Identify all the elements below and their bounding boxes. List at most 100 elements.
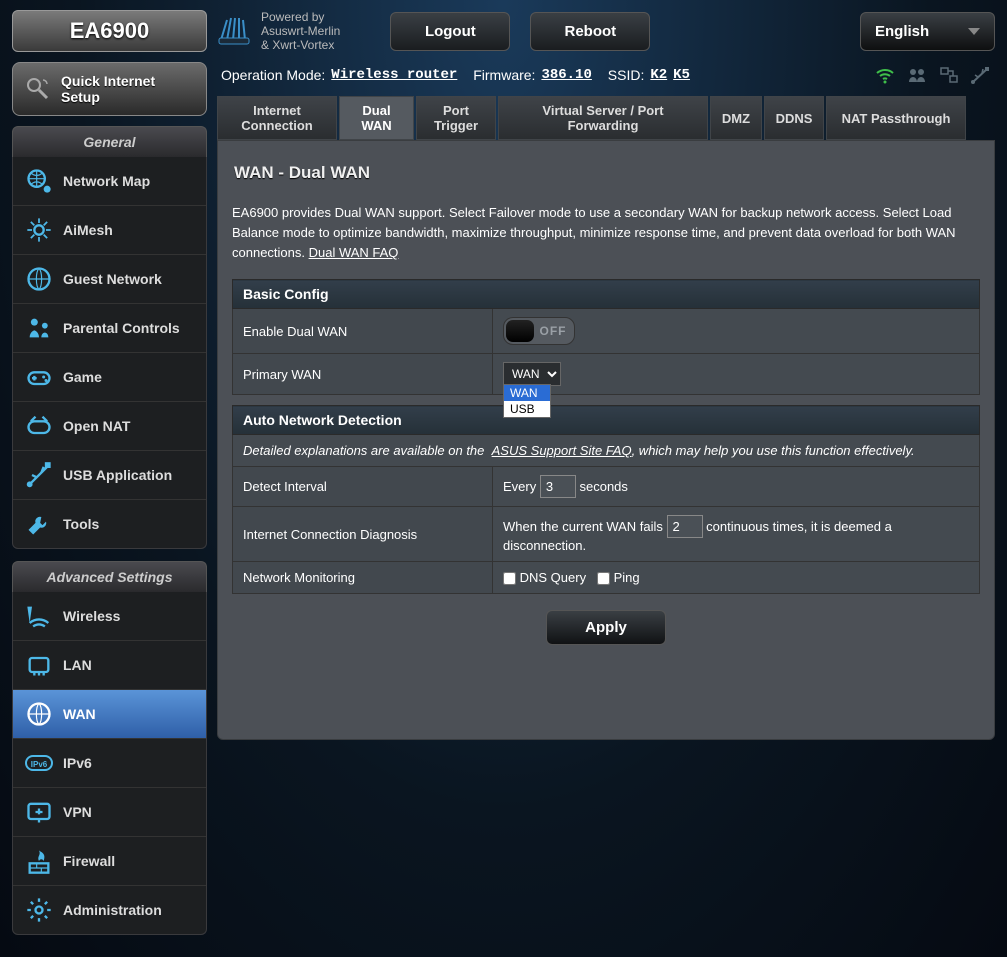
- sidebar-item-usb-application[interactable]: USB Application: [13, 451, 206, 500]
- detect-interval-input[interactable]: [540, 475, 576, 498]
- toggle-knob: [506, 320, 534, 342]
- enable-dual-wan-label: Enable Dual WAN: [233, 309, 493, 354]
- sidebar-item-label: IPv6: [63, 755, 92, 771]
- firewall-icon: [25, 849, 53, 873]
- open-nat-icon: [25, 414, 53, 438]
- sidebar-item-label: WAN: [63, 706, 96, 722]
- asus-support-faq-link[interactable]: ASUS Support Site FAQ: [492, 443, 632, 458]
- toggle-state: OFF: [534, 324, 572, 338]
- status-bar: Operation Mode: Wireless router Firmware…: [221, 66, 995, 84]
- tab-nat-passthrough[interactable]: NAT Passthrough: [826, 96, 966, 140]
- tab-ddns[interactable]: DDNS: [764, 96, 824, 140]
- sidebar-item-firewall[interactable]: Firewall: [13, 837, 206, 886]
- sidebar-item-label: USB Application: [63, 467, 172, 483]
- tab-virtual-server[interactable]: Virtual Server / Port Forwarding: [498, 96, 708, 140]
- basic-config-header: Basic Config: [233, 280, 980, 309]
- tab-dual-wan[interactable]: Dual WAN: [339, 96, 414, 140]
- clients-status-icon[interactable]: [907, 66, 927, 84]
- page-description: EA6900 provides Dual WAN support. Select…: [232, 203, 980, 263]
- guest-network-icon: [25, 267, 53, 291]
- language-dropdown[interactable]: English: [860, 12, 995, 51]
- ssid-2-link[interactable]: K5: [673, 67, 690, 83]
- sidebar-item-label: VPN: [63, 804, 92, 820]
- quick-setup-icon: [25, 76, 51, 102]
- ping-checkbox[interactable]: [597, 572, 610, 585]
- sidebar-item-label: Open NAT: [63, 418, 130, 434]
- wireless-icon: [25, 604, 53, 628]
- globe-map-icon: [25, 169, 53, 193]
- sidebar-item-label: Parental Controls: [63, 320, 180, 336]
- lan-icon: [25, 653, 53, 677]
- sidebar-item-label: Game: [63, 369, 102, 385]
- language-label: English: [875, 23, 929, 40]
- sidebar-item-label: Firewall: [63, 853, 115, 869]
- sidebar-item-label: Guest Network: [63, 271, 162, 287]
- primary-wan-dropdown-list: WAN USB: [503, 384, 551, 418]
- router-icon: [215, 16, 255, 46]
- firmware-link[interactable]: 386.10: [541, 67, 591, 83]
- sidebar-item-label: Wireless: [63, 608, 120, 624]
- lan-status-icon[interactable]: [939, 66, 959, 84]
- sidebar-item-label: AiMesh: [63, 222, 113, 238]
- enable-dual-wan-toggle[interactable]: OFF: [503, 317, 575, 345]
- wrench-icon: [25, 512, 53, 536]
- tab-dmz[interactable]: DMZ: [710, 96, 762, 140]
- primary-wan-select[interactable]: WAN: [503, 362, 561, 386]
- wan-icon: [25, 702, 53, 726]
- wifi-status-icon[interactable]: [875, 66, 895, 84]
- sidebar-item-vpn[interactable]: VPN: [13, 788, 206, 837]
- menu-header-general: General: [12, 126, 207, 157]
- sidebar-item-wan[interactable]: WAN: [13, 690, 206, 739]
- sidebar-item-aimesh[interactable]: AiMesh: [13, 206, 206, 255]
- connection-diagnosis-label: Internet Connection Diagnosis: [233, 507, 493, 562]
- primary-wan-label: Primary WAN: [233, 354, 493, 395]
- sidebar-item-ipv6[interactable]: IPv6 IPv6: [13, 739, 206, 788]
- sidebar-item-label: Network Map: [63, 173, 150, 189]
- brand-model: EA6900: [12, 10, 207, 52]
- gamepad-icon: [25, 365, 53, 389]
- operation-mode-link[interactable]: Wireless router: [331, 67, 457, 83]
- primary-wan-option-wan[interactable]: WAN: [504, 385, 550, 401]
- auto-network-header: Auto Network Detection: [233, 406, 980, 435]
- chevron-down-icon: [968, 28, 980, 35]
- ping-option[interactable]: Ping: [597, 570, 640, 585]
- sidebar-item-guest-network[interactable]: Guest Network: [13, 255, 206, 304]
- logout-button[interactable]: Logout: [390, 12, 510, 51]
- svg-text:IPv6: IPv6: [31, 760, 48, 769]
- sidebar-item-tools[interactable]: Tools: [13, 500, 206, 548]
- reboot-button[interactable]: Reboot: [530, 12, 650, 51]
- sidebar-item-wireless[interactable]: Wireless: [13, 592, 206, 641]
- sidebar-item-network-map[interactable]: Network Map: [13, 157, 206, 206]
- primary-wan-option-usb[interactable]: USB: [504, 401, 550, 417]
- diagnosis-count-input[interactable]: [667, 515, 703, 538]
- gear-icon: [25, 898, 53, 922]
- menu-header-advanced: Advanced Settings: [12, 561, 207, 592]
- ipv6-icon: IPv6: [25, 751, 53, 775]
- ssid-1-link[interactable]: K2: [650, 67, 667, 83]
- dns-query-checkbox[interactable]: [503, 572, 516, 585]
- sidebar-item-open-nat[interactable]: Open NAT: [13, 402, 206, 451]
- sidebar-item-label: Tools: [63, 516, 99, 532]
- dual-wan-faq-link[interactable]: Dual WAN FAQ: [309, 245, 399, 260]
- detect-interval-label: Detect Interval: [233, 467, 493, 507]
- apply-button[interactable]: Apply: [546, 610, 666, 645]
- quick-internet-setup[interactable]: Quick InternetSetup: [12, 62, 207, 116]
- tab-internet-connection[interactable]: Internet Connection: [217, 96, 337, 140]
- sidebar-item-label: LAN: [63, 657, 92, 673]
- powered-by: Powered by Asuswrt-Merlin & Xwrt-Vortex: [215, 10, 340, 52]
- auto-network-description: Detailed explanations are available on t…: [233, 435, 980, 467]
- sidebar-item-parental-controls[interactable]: Parental Controls: [13, 304, 206, 353]
- sidebar-item-game[interactable]: Game: [13, 353, 206, 402]
- sidebar-item-label: Administration: [63, 902, 162, 918]
- usb-icon: [25, 463, 53, 487]
- sidebar-item-administration[interactable]: Administration: [13, 886, 206, 934]
- network-monitoring-label: Network Monitoring: [233, 562, 493, 594]
- dns-query-option[interactable]: DNS Query: [503, 570, 586, 585]
- parental-icon: [25, 316, 53, 340]
- page-title: WAN - Dual WAN: [234, 163, 980, 183]
- tab-port-trigger[interactable]: Port Trigger: [416, 96, 496, 140]
- sidebar-item-lan[interactable]: LAN: [13, 641, 206, 690]
- mesh-icon: [25, 218, 53, 242]
- usb-status-icon[interactable]: [971, 66, 991, 84]
- vpn-icon: [25, 800, 53, 824]
